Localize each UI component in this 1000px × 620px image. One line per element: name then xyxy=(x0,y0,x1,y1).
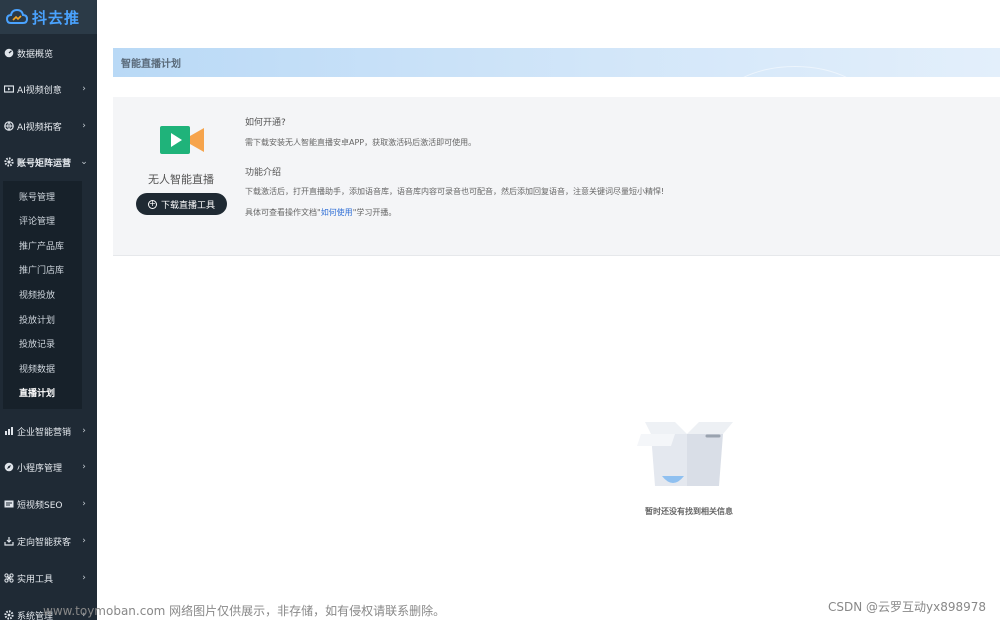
doc-hint: 具体可查看操作文档"如何使用"学习开播。 xyxy=(245,207,396,218)
chevron-right-icon: › xyxy=(82,573,86,583)
download-tool-button-label: 下载直播工具 xyxy=(160,200,215,211)
download-tool-button[interactable]: + 下载直播工具 xyxy=(136,193,227,215)
submenu-item-delivery-records[interactable]: 投放记录 xyxy=(19,333,55,353)
submenu-item-comment-management[interactable]: 评论管理 xyxy=(19,210,55,230)
sidebar-item-ai-video-creative[interactable]: AI视频创意 › xyxy=(0,76,97,102)
submenu-item-video-data[interactable]: 视频数据 xyxy=(19,358,55,378)
sidebar-item-label: 小程序管理 xyxy=(17,463,63,474)
tools-icon xyxy=(3,573,14,584)
globe-icon xyxy=(3,121,14,132)
sidebar: 抖去推 数据概览 AI视频创意 › AI视频拓客 › 账号矩阵运营 ⌄ 账号管理… xyxy=(0,0,97,620)
submenu-item-product-library[interactable]: 推广产品库 xyxy=(19,235,64,255)
submenu-item-store-library[interactable]: 推广门店库 xyxy=(19,259,64,279)
sidebar-item-label: 企业智能营销 xyxy=(17,427,72,438)
chevron-right-icon: › xyxy=(82,462,86,472)
dashboard-icon xyxy=(3,48,14,59)
bar-chart-icon xyxy=(3,426,14,437)
video-camera-icon xyxy=(158,124,206,156)
submenu-item-video-delivery[interactable]: 视频投放 xyxy=(19,284,55,304)
product-name: 无人智能直播 xyxy=(148,173,214,186)
page-title: 智能直播计划 xyxy=(121,59,181,70)
watermark-left: www.toymoban.com 网络图片仅供展示，非存储，如有侵权请联系删除。 xyxy=(43,604,446,618)
compass-icon xyxy=(3,462,14,473)
chevron-right-icon: › xyxy=(82,536,86,546)
sidebar-item-enterprise-marketing[interactable]: 企业智能营销 › xyxy=(0,418,97,444)
submenu-item-account-management[interactable]: 账号管理 xyxy=(19,186,55,206)
sidebar-item-utility-tools[interactable]: 实用工具 › xyxy=(0,565,97,591)
sidebar-item-data-overview[interactable]: 数据概览 xyxy=(0,40,97,66)
gear-icon xyxy=(3,157,14,168)
sidebar-item-label: 定向智能获客 xyxy=(17,537,72,548)
feature-intro-title: 功能介绍 xyxy=(245,168,282,178)
how-to-enable-title: 如何开通? xyxy=(245,118,286,128)
chevron-down-icon: ⌄ xyxy=(80,157,88,167)
main-content: 智能直播计划 无人智能直播 + 下载直播工具 如何开通? 需下载安装无人智能直播… xyxy=(97,36,1000,620)
watermark-right: CSDN @云罗互动yx898978 xyxy=(828,600,987,614)
doc-hint-suffix: "学习开播。 xyxy=(352,208,397,217)
logo[interactable]: 抖去推 xyxy=(0,0,97,34)
how-to-enable-text: 需下载安装无人智能直播安卓APP，获取激活码后激活即可使用。 xyxy=(245,138,477,147)
sidebar-item-targeted-acquisition[interactable]: 定向智能获客 › xyxy=(0,528,97,554)
sidebar-item-label: AI视频拓客 xyxy=(17,122,62,133)
chevron-right-icon: › xyxy=(82,499,86,509)
sidebar-item-account-matrix[interactable]: 账号矩阵运营 ⌄ xyxy=(0,149,97,175)
sidebar-item-label: 短视频SEO xyxy=(17,500,63,511)
target-icon xyxy=(3,536,14,547)
seo-icon xyxy=(3,499,14,510)
submenu-item-delivery-plan[interactable]: 投放计划 xyxy=(19,309,55,329)
doc-hint-prefix: 具体可查看操作文档" xyxy=(245,208,321,217)
empty-box-icon xyxy=(637,420,737,492)
sidebar-item-mini-program[interactable]: 小程序管理 › xyxy=(0,454,97,480)
cloud-logo-icon xyxy=(6,8,28,26)
empty-state-text: 暂时还没有找到相关信息 xyxy=(645,507,733,516)
sidebar-item-label: AI视频创意 xyxy=(17,85,62,96)
logo-text: 抖去推 xyxy=(32,8,81,27)
how-to-use-link[interactable]: 如何使用 xyxy=(321,208,353,217)
top-bar xyxy=(97,0,1000,36)
submenu-account-matrix: 账号管理 评论管理 推广产品库 推广门店库 视频投放 投放计划 投放记录 视频数… xyxy=(3,181,82,409)
settings-icon xyxy=(3,610,14,620)
info-panel: 无人智能直播 + 下载直播工具 如何开通? 需下载安装无人智能直播安卓APP，获… xyxy=(113,97,1000,256)
chevron-right-icon: › xyxy=(82,121,86,131)
feature-intro-text: 下载激活后，打开直播助手，添加语音库，语音库内容可录音也可配音，然后添加回复语音… xyxy=(245,187,665,196)
sidebar-item-label: 账号矩阵运营 xyxy=(17,158,72,169)
sidebar-item-ai-video-acquisition[interactable]: AI视频拓客 › xyxy=(0,113,97,139)
submenu-item-live-plan[interactable]: 直播计划 xyxy=(19,382,55,402)
chevron-right-icon: › xyxy=(82,84,86,94)
sidebar-item-short-video-seo[interactable]: 短视频SEO › xyxy=(0,491,97,517)
video-icon xyxy=(3,84,14,95)
page-title-bar: 智能直播计划 xyxy=(113,48,1000,77)
plus-circle-icon: + xyxy=(147,199,157,209)
decorative-arc xyxy=(720,66,870,77)
sidebar-item-label: 实用工具 xyxy=(17,574,54,585)
chevron-right-icon: › xyxy=(82,426,86,436)
sidebar-item-label: 数据概览 xyxy=(17,49,54,60)
